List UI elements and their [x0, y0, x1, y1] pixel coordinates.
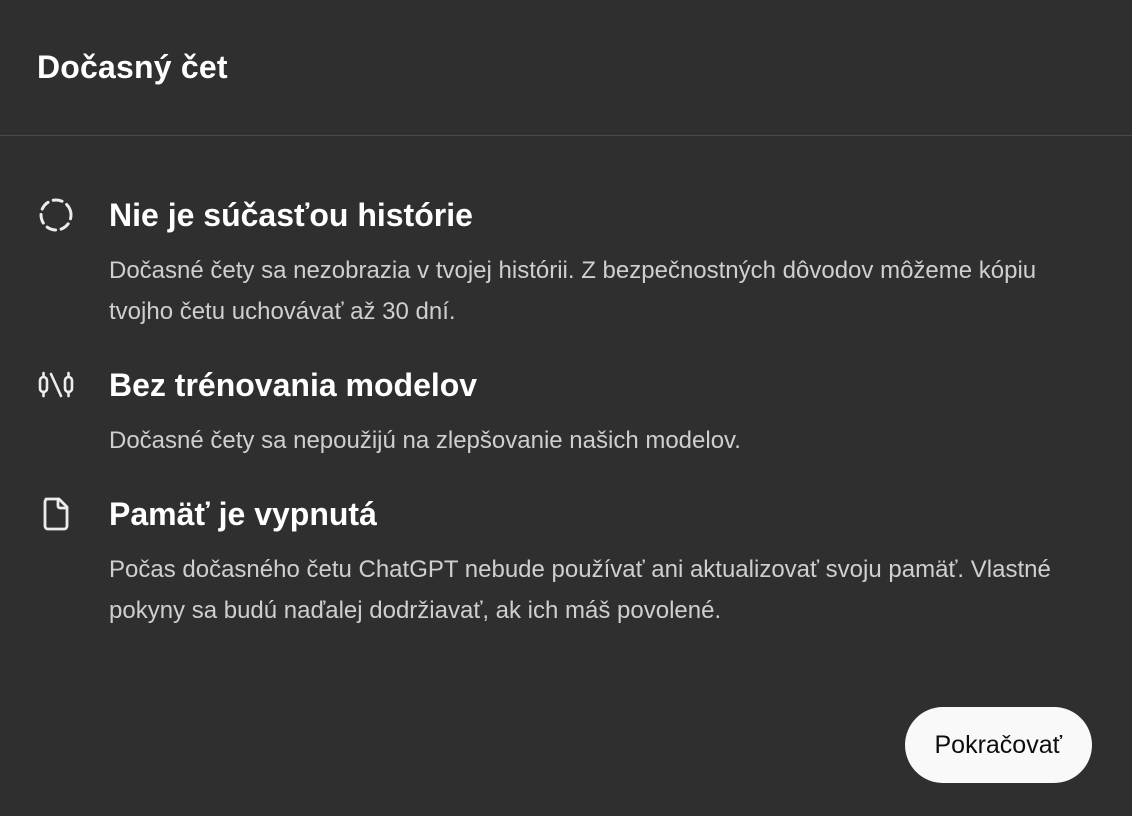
temporary-chat-dialog: Dočasný čet Nie je súčasťou histórie Doč… — [0, 0, 1132, 816]
continue-button[interactable]: Pokračovať — [904, 707, 1092, 783]
dialog-title: Dočasný čet — [37, 49, 228, 85]
feature-description: Počas dočasného četu ChatGPT nebude použ… — [109, 556, 1051, 624]
feature-heading: Nie je súčasťou histórie — [109, 197, 473, 233]
feature-heading: Pamäť je vypnutá — [109, 496, 377, 532]
feature-description: Dočasné čety sa nepoužijú na zlepšovanie… — [109, 427, 741, 454]
feature-not-in-history: Nie je súčasťou histórie Dočasné čety sa… — [37, 192, 1095, 332]
dialog-header: Dočasný čet — [0, 0, 1132, 136]
no-training-icon — [37, 366, 75, 404]
feature-list: Nie je súčasťou histórie Dočasné čety sa… — [0, 136, 1132, 631]
feature-memory-off: Pamäť je vypnutá Počas dočasného četu Ch… — [37, 491, 1095, 631]
feature-description: Dočasné čety sa nezobrazia v tvojej hist… — [109, 257, 1037, 325]
feature-no-training: Bez trénovania modelov Dočasné čety sa n… — [37, 362, 1095, 461]
dashed-circle-icon — [37, 196, 75, 234]
dialog-footer: Pokračovať — [904, 707, 1092, 783]
feature-heading: Bez trénovania modelov — [109, 367, 478, 403]
document-icon — [37, 495, 75, 533]
